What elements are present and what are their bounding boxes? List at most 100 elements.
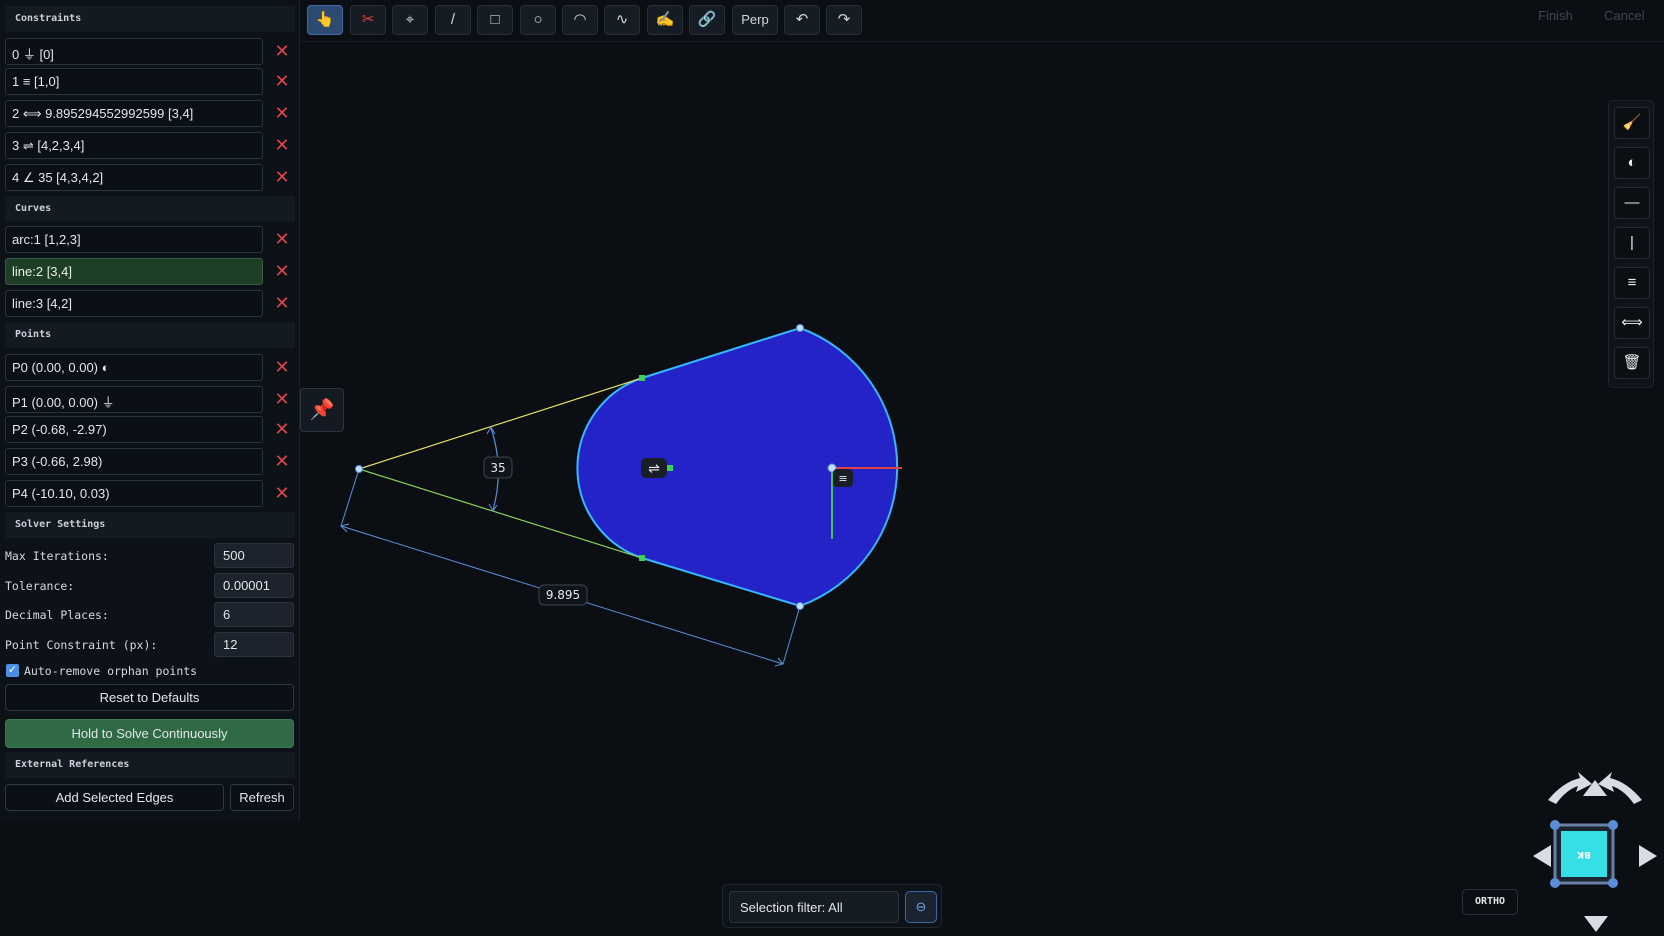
trash-icon: 🗑 bbox=[1622, 354, 1642, 371]
link-icon: 🔗 bbox=[697, 11, 717, 28]
distance-icon: ⟺ bbox=[1621, 314, 1643, 331]
rectangle-tool-button[interactable]: □ bbox=[477, 5, 513, 35]
cube-corner-handle[interactable] bbox=[1608, 878, 1618, 888]
sketch-point[interactable] bbox=[796, 324, 804, 332]
point-item[interactable]: P4 (-10.10, 0.03) bbox=[5, 480, 263, 507]
refresh-button[interactable]: Refresh bbox=[230, 784, 294, 811]
max-iterations-input[interactable]: 500 bbox=[214, 543, 294, 568]
sketch-canvas[interactable]: ⇌ ≡ 35 9.895 bbox=[300, 42, 1664, 936]
freehand-tool-button[interactable]: ✍ bbox=[647, 5, 683, 35]
line-icon: / bbox=[450, 11, 456, 28]
constraint-item[interactable]: 0 ⏚ [0] bbox=[5, 38, 263, 65]
selection-filter-dropdown[interactable]: Selection filter: All bbox=[729, 891, 899, 923]
horizontal-constraint-button[interactable]: — bbox=[1614, 187, 1650, 219]
view-cube-face-label: BK bbox=[1576, 849, 1591, 859]
constraint-item[interactable]: 3 ⇌ [4,2,3,4] bbox=[5, 132, 263, 159]
angle-dimension-label[interactable]: 35 bbox=[490, 461, 505, 475]
point-item[interactable]: P0 (0.00, 0.00) ◐ bbox=[5, 354, 263, 381]
delete-point-button[interactable]: ✕ bbox=[271, 448, 293, 475]
point-item[interactable]: P2 (-0.68, -2.97) bbox=[5, 416, 263, 443]
delete-constraint-button[interactable]: ✕ bbox=[271, 100, 293, 127]
line-tool-button[interactable]: / bbox=[435, 5, 471, 35]
arc-tool-button[interactable]: ◠ bbox=[562, 5, 598, 35]
ortho-toggle-button[interactable]: ORTHO bbox=[1462, 889, 1518, 915]
redo-icon: ↷ bbox=[837, 11, 851, 28]
fix-button[interactable]: ◐ bbox=[1614, 147, 1650, 179]
delete-point-button[interactable]: ✕ bbox=[271, 386, 293, 413]
delete-constraint-button[interactable]: ✕ bbox=[271, 132, 293, 159]
delete-point-button[interactable]: ✕ bbox=[271, 416, 293, 443]
coincident-constraint-button[interactable]: ≡ bbox=[1614, 267, 1650, 299]
constraint-item[interactable]: 4 ∠ 35 [4,3,4,2] bbox=[5, 164, 263, 191]
circle-tool-button[interactable]: ○ bbox=[520, 5, 556, 35]
curve-item[interactable]: arc:1 [1,2,3] bbox=[5, 226, 263, 253]
delete-curve-button[interactable]: ✕ bbox=[271, 258, 293, 285]
point-constraint-label: Point Constraint (px): bbox=[5, 638, 158, 652]
delete-button[interactable]: 🗑 bbox=[1614, 347, 1650, 379]
rotate-right-icon[interactable] bbox=[1598, 772, 1642, 804]
sketch-toolbar: 👆 ✂ ⌖ / □ ○ ◠ ∿ ✍ 🔗 Perp ↶ ↷ Finish Canc… bbox=[300, 0, 1664, 42]
delete-point-button[interactable]: ✕ bbox=[271, 480, 293, 507]
arrow-left-icon[interactable] bbox=[1533, 845, 1551, 867]
perp-button[interactable]: Perp bbox=[732, 5, 778, 35]
half-circle-icon: ◐ bbox=[1627, 154, 1637, 171]
spline-tool-button[interactable]: ∿ bbox=[604, 5, 640, 35]
coincident-icon: ≡ bbox=[1627, 274, 1637, 291]
arc-center-marker[interactable] bbox=[667, 465, 673, 471]
decimal-places-label: Decimal Places: bbox=[5, 608, 109, 622]
cube-corner-handle[interactable] bbox=[1608, 820, 1618, 830]
coincident-icon: ≡ bbox=[838, 472, 847, 485]
point-item[interactable]: P3 (-0.66, 2.98) bbox=[5, 448, 263, 475]
vertical-constraint-button[interactable]: | bbox=[1614, 227, 1650, 259]
solve-continuously-button[interactable]: Hold to Solve Continuously bbox=[5, 719, 294, 748]
selection-filter-toggle-button[interactable]: ⊖ bbox=[905, 891, 937, 923]
delete-constraint-button[interactable]: ✕ bbox=[271, 68, 293, 95]
solver-settings-header: Solver Settings bbox=[5, 512, 295, 538]
view-cube[interactable]: BK bbox=[1530, 770, 1660, 936]
tangent-point-marker[interactable] bbox=[639, 375, 645, 381]
constraint-item[interactable]: 1 ≡ [1,0] bbox=[5, 68, 263, 95]
cancel-button[interactable]: Cancel bbox=[1604, 8, 1644, 36]
delete-curve-button[interactable]: ✕ bbox=[271, 226, 293, 253]
curve-item-selected[interactable]: line:2 [3,4] bbox=[5, 258, 263, 285]
delete-curve-button[interactable]: ✕ bbox=[271, 290, 293, 317]
rotate-left-icon[interactable] bbox=[1548, 772, 1592, 804]
constraint-toolbar: 🧹 ◐ — | ≡ ⟺ 🗑 bbox=[1608, 100, 1654, 388]
trim-tool-button[interactable]: ✂ bbox=[350, 5, 386, 35]
distance-constraint-button[interactable]: ⟺ bbox=[1614, 307, 1650, 339]
spline-icon: ∿ bbox=[615, 11, 629, 28]
constraint-item[interactable]: 2 ⟺ 9.895294552992599 [3,4] bbox=[5, 100, 263, 127]
reset-defaults-button[interactable]: Reset to Defaults bbox=[5, 684, 294, 711]
point-constraint-input[interactable]: 12 bbox=[214, 632, 294, 657]
link-tool-button[interactable]: 🔗 bbox=[689, 5, 725, 35]
clean-button[interactable]: 🧹 bbox=[1614, 107, 1650, 139]
select-tool-button[interactable]: 👆 bbox=[307, 5, 343, 35]
rectangle-icon: □ bbox=[490, 11, 500, 28]
sketch-point[interactable] bbox=[796, 602, 804, 610]
curve-item[interactable]: line:3 [4,2] bbox=[5, 290, 263, 317]
delete-constraint-button[interactable]: ✕ bbox=[271, 38, 293, 65]
finish-button[interactable]: Finish bbox=[1538, 8, 1573, 36]
arrow-right-icon[interactable] bbox=[1639, 845, 1657, 867]
delete-constraint-button[interactable]: ✕ bbox=[271, 164, 293, 191]
add-selected-edges-button[interactable]: Add Selected Edges bbox=[5, 784, 224, 811]
undo-button[interactable]: ↶ bbox=[784, 5, 820, 35]
auto-remove-checkbox[interactable]: ✓ bbox=[6, 664, 19, 677]
distance-dimension-label[interactable]: 9.895 bbox=[546, 588, 580, 602]
delete-point-button[interactable]: ✕ bbox=[271, 354, 293, 381]
point-tool-button[interactable]: ⌖ bbox=[392, 5, 428, 35]
minus-circle-icon: ⊖ bbox=[915, 899, 927, 914]
redo-button[interactable]: ↷ bbox=[826, 5, 862, 35]
pointer-hand-icon: 👆 bbox=[315, 11, 335, 28]
pin-panel-button[interactable]: 📌 bbox=[300, 388, 344, 432]
tangent-point-marker[interactable] bbox=[639, 555, 645, 561]
point-item[interactable]: P1 (0.00, 0.00) ⏚ bbox=[5, 386, 263, 413]
tolerance-input[interactable]: 0.00001 bbox=[214, 573, 294, 598]
arrow-down-icon[interactable] bbox=[1584, 916, 1608, 932]
point-icon: ⌖ bbox=[405, 11, 415, 28]
cube-corner-handle[interactable] bbox=[1550, 878, 1560, 888]
undo-icon: ↶ bbox=[795, 11, 809, 28]
sketch-point-p4[interactable] bbox=[355, 465, 363, 473]
cube-corner-handle[interactable] bbox=[1550, 820, 1560, 830]
decimal-places-input[interactable]: 6 bbox=[214, 602, 294, 627]
